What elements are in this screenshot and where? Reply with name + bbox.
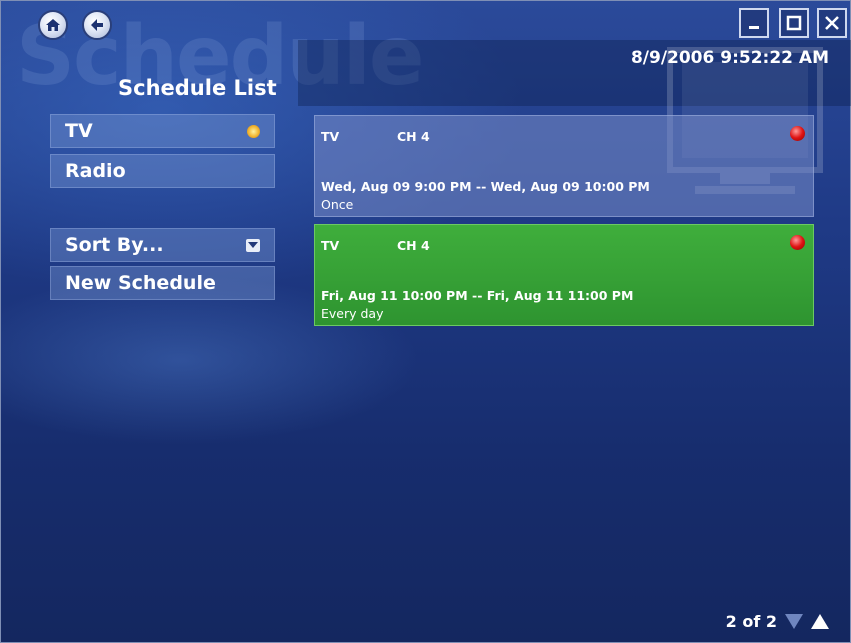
menu-item-label: New Schedule [65,272,216,294]
back-arrow-icon [91,19,103,31]
home-button[interactable] [38,10,68,40]
schedule-recurrence: Every day [321,306,384,321]
menu-item-label: Radio [65,160,126,182]
new-schedule-button[interactable]: New Schedule [50,266,275,300]
schedule-channel: CH 4 [397,129,430,144]
menu-item-radio[interactable]: Radio [50,154,275,188]
close-button[interactable] [817,8,847,38]
sort-by-button[interactable]: Sort By... [50,228,275,262]
minimize-button[interactable] [739,8,769,38]
home-icon [46,19,60,31]
schedule-time: Wed, Aug 09 9:00 PM -- Wed, Aug 09 10:00… [321,179,650,194]
schedule-source: TV [321,238,340,253]
page-indicator: 2 of 2 [725,612,777,631]
dropdown-icon [246,239,260,252]
schedule-card-selected[interactable]: TV CH 4 Fri, Aug 11 10:00 PM -- Fri, Aug… [314,224,814,326]
close-icon [825,16,839,30]
schedule-card[interactable]: TV CH 4 Wed, Aug 09 9:00 PM -- Wed, Aug … [314,115,814,217]
page-down-icon[interactable] [785,614,803,629]
maximize-icon [786,15,802,31]
page-title: Schedule List [118,76,277,100]
schedule-recurrence: Once [321,197,354,212]
page-up-icon[interactable] [811,614,829,629]
menu-item-label: Sort By... [65,234,164,256]
record-status-icon [790,126,805,141]
back-button[interactable] [82,10,112,40]
record-status-icon [790,235,805,250]
clock: 8/9/2006 9:52:22 AM [630,48,829,68]
selected-indicator-icon [247,125,260,138]
schedule-channel: CH 4 [397,238,430,253]
schedule-time: Fri, Aug 11 10:00 PM -- Fri, Aug 11 11:0… [321,288,634,303]
minimize-icon [749,26,759,29]
menu-item-label: TV [65,120,93,142]
maximize-button[interactable] [779,8,809,38]
pager: 2 of 2 [726,612,829,631]
menu-item-tv[interactable]: TV [50,114,275,148]
schedule-source: TV [321,129,340,144]
